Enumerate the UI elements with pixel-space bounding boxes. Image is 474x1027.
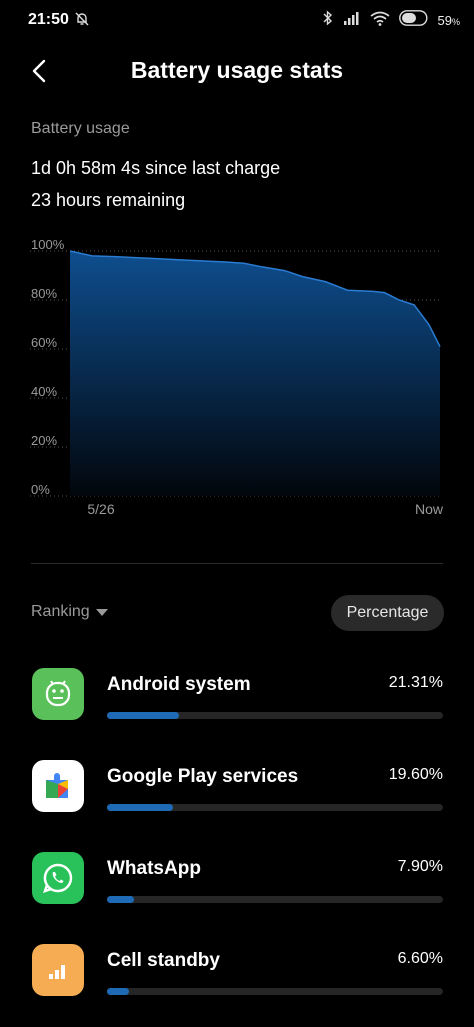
app-row-whatsapp[interactable]: WhatsApp 7.90% (0, 852, 474, 932)
usage-bar (107, 712, 443, 719)
app-name: Cell standby (107, 950, 220, 971)
y-tick-label: 40% (31, 384, 57, 399)
time-remaining-text: 23 hours remaining (31, 190, 186, 210)
y-tick-label: 0% (31, 482, 50, 497)
app-row-android-system[interactable]: Android system 21.31% (0, 668, 474, 748)
ranking-dropdown[interactable]: Ranking (31, 603, 108, 621)
app-row-google-play-services[interactable]: Google Play services 19.60% (0, 760, 474, 840)
app-percent: 6.60% (397, 950, 443, 967)
wifi-icon (369, 11, 390, 31)
section-divider (31, 563, 443, 564)
battery-chart-svg: 100% 80% 60% 40% 20% 0% 5/26 Now (30, 237, 444, 517)
caret-down-icon (95, 608, 108, 616)
app-percent: 21.31% (388, 674, 443, 691)
app-percent: 7.90% (397, 858, 443, 875)
battery-usage-label: Battery usage (31, 120, 130, 137)
app-name: Google Play services (107, 766, 299, 787)
header: Battery usage stats (0, 40, 474, 100)
y-tick-label: 80% (31, 286, 57, 301)
battery-level-chart: 100% 80% 60% 40% 20% 0% 5/26 Now (0, 237, 474, 523)
page-title: Battery usage stats (130, 57, 344, 83)
cell-signal-icon (343, 11, 361, 30)
usage-bar-fill (107, 988, 130, 995)
battery-icon (398, 10, 429, 31)
y-tick-label: 20% (31, 433, 57, 448)
usage-bar (107, 804, 443, 811)
battery-level-area (70, 251, 440, 496)
bluetooth-icon (322, 10, 334, 31)
since-last-charge-text: 1d 0h 58m 4s since last charge (31, 158, 281, 178)
usage-bar (107, 896, 443, 903)
usage-bar (107, 988, 443, 995)
do-not-disturb-bell-icon (74, 11, 90, 32)
whatsapp-icon (32, 852, 84, 904)
app-row-cell-standby[interactable]: Cell standby 6.60% (0, 944, 474, 1024)
cell-signal-icon (32, 944, 84, 996)
android-icon (32, 668, 84, 720)
status-bar: 21:50 59% (0, 0, 474, 40)
app-name: Android system (107, 674, 251, 695)
percentage-sort-button[interactable]: Percentage (331, 595, 444, 631)
x-tick-label: Now (415, 501, 444, 517)
y-tick-label: 100% (31, 238, 65, 252)
app-name: WhatsApp (107, 858, 201, 879)
usage-bar-fill (107, 712, 179, 719)
y-tick-label: 60% (31, 335, 57, 350)
x-tick-label: 5/26 (87, 501, 114, 517)
status-time: 21:50 (28, 11, 69, 28)
usage-bar-fill (107, 804, 173, 811)
ranking-label: Ranking (31, 603, 90, 620)
battery-percent: 59% (437, 13, 460, 28)
app-percent: 19.60% (388, 766, 443, 783)
google-play-services-icon (32, 760, 84, 812)
usage-bar-fill (107, 896, 134, 903)
